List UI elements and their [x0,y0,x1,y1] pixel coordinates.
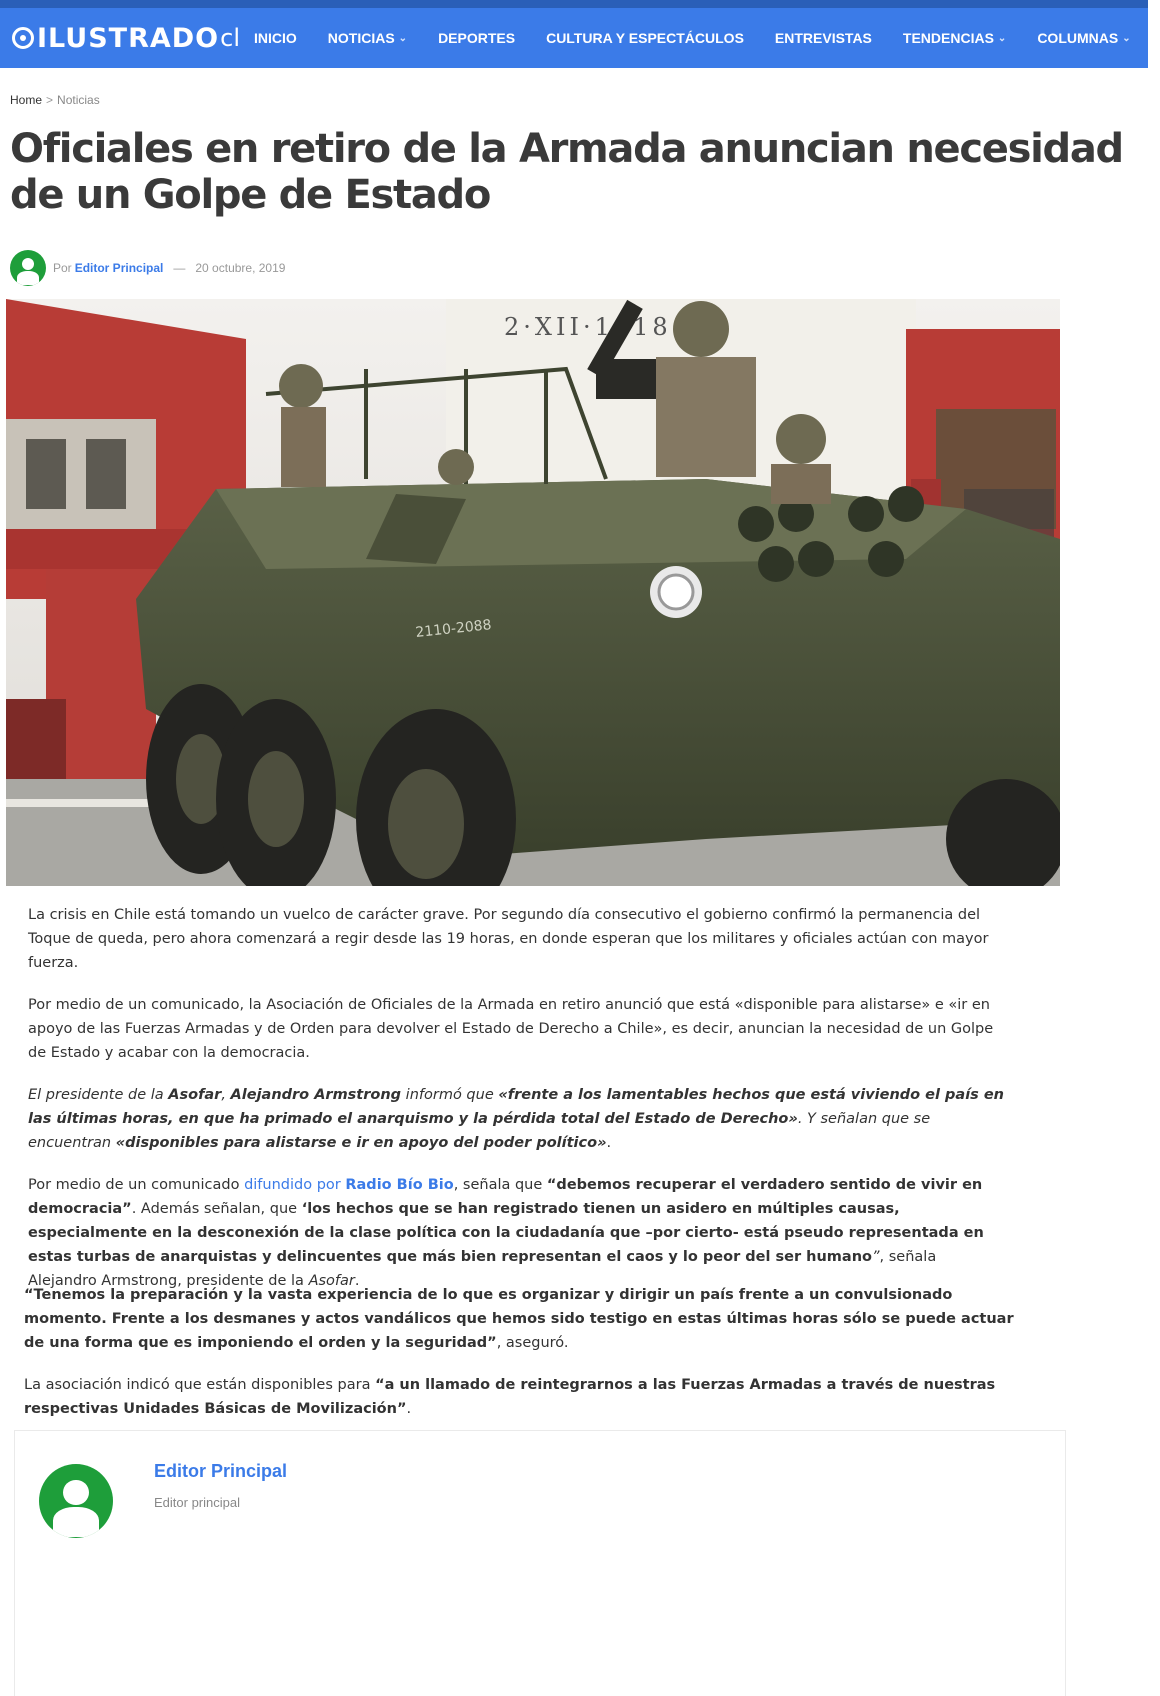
top-navigation-bar: ILUSTRADO cl INICIO NOTICIAS ⌄ DEPORTES C… [0,0,1148,68]
hero-image: 2·XII·1818 2110-2088 [6,299,1060,886]
chevron-down-icon: ⌄ [1122,32,1131,44]
byline-prefix: Por [53,261,72,275]
chevron-down-icon: ⌄ [398,32,408,44]
author-avatar-icon[interactable] [10,250,46,286]
nav-item-cultura[interactable]: CULTURA Y ESPECTÁCULOS [546,30,744,46]
logo-head-icon [12,27,34,49]
breadcrumb-separator: > [46,93,54,107]
paragraph-3: El presidente de la Asofar, Alejandro Ar… [28,1087,1004,1151]
publish-date: 20 octubre, 2019 [195,261,286,275]
main-nav: INICIO NOTICIAS ⌄ DEPORTES CULTURA Y ESPE… [254,8,1148,68]
author-box-name[interactable]: Editor Principal [154,1461,287,1482]
article-title: Oficiales en retiro de la Armada anuncia… [10,126,1124,218]
nav-item-inicio[interactable]: INICIO [254,30,297,46]
paragraph-4: Por medio de un comunicado difundido por… [28,1177,984,1289]
author-link[interactable]: Editor Principal [75,261,164,275]
author-box-role: Editor principal [154,1495,240,1510]
paragraph-2: Por medio de un comunicado, la Asociació… [28,997,994,1061]
armored-vehicle-photo: 2·XII·1818 2110-2088 [6,299,1060,886]
link-radio-bio-bio[interactable]: Radio Bío Bio [345,1177,453,1193]
breadcrumb: Home > Noticias [10,93,100,107]
nav-item-noticias[interactable]: NOTICIAS ⌄ [328,30,407,46]
chevron-down-icon: ⌄ [997,32,1007,44]
breadcrumb-current[interactable]: Noticias [57,93,100,107]
nav-item-tendencias[interactable]: TENDENCIAS ⌄ [903,30,1006,46]
article-body-continued: “Tenemos la preparación y la vasta exper… [24,1283,1014,1439]
article-body: La crisis en Chile está tomando un vuelc… [28,903,1008,1311]
nav-item-entrevistas[interactable]: ENTREVISTAS [775,30,872,46]
logo-text: ILUSTRADO [37,22,220,54]
logo-suffix: cl [220,24,241,52]
nav-item-columnas[interactable]: COLUMNAS ⌄ [1037,30,1130,46]
paragraph-5: “Tenemos la preparación y la vasta exper… [24,1287,1014,1351]
banner-text: 2·XII·1818 [504,313,672,341]
author-box: Editor Principal Editor principal [14,1430,1066,1696]
breadcrumb-home[interactable]: Home [10,93,42,107]
meta-dash: — [173,261,186,275]
nav-item-deportes[interactable]: DEPORTES [438,30,515,46]
site-logo[interactable]: ILUSTRADO cl [12,22,240,54]
paragraph-1: La crisis en Chile está tomando un vuelc… [28,907,989,971]
link-difundido[interactable]: difundido por [244,1177,341,1193]
author-avatar-icon[interactable] [39,1464,113,1538]
paragraph-6: La asociación indicó que están disponibl… [24,1377,996,1417]
article-meta: Por Editor Principal — 20 octubre, 2019 [10,250,285,286]
